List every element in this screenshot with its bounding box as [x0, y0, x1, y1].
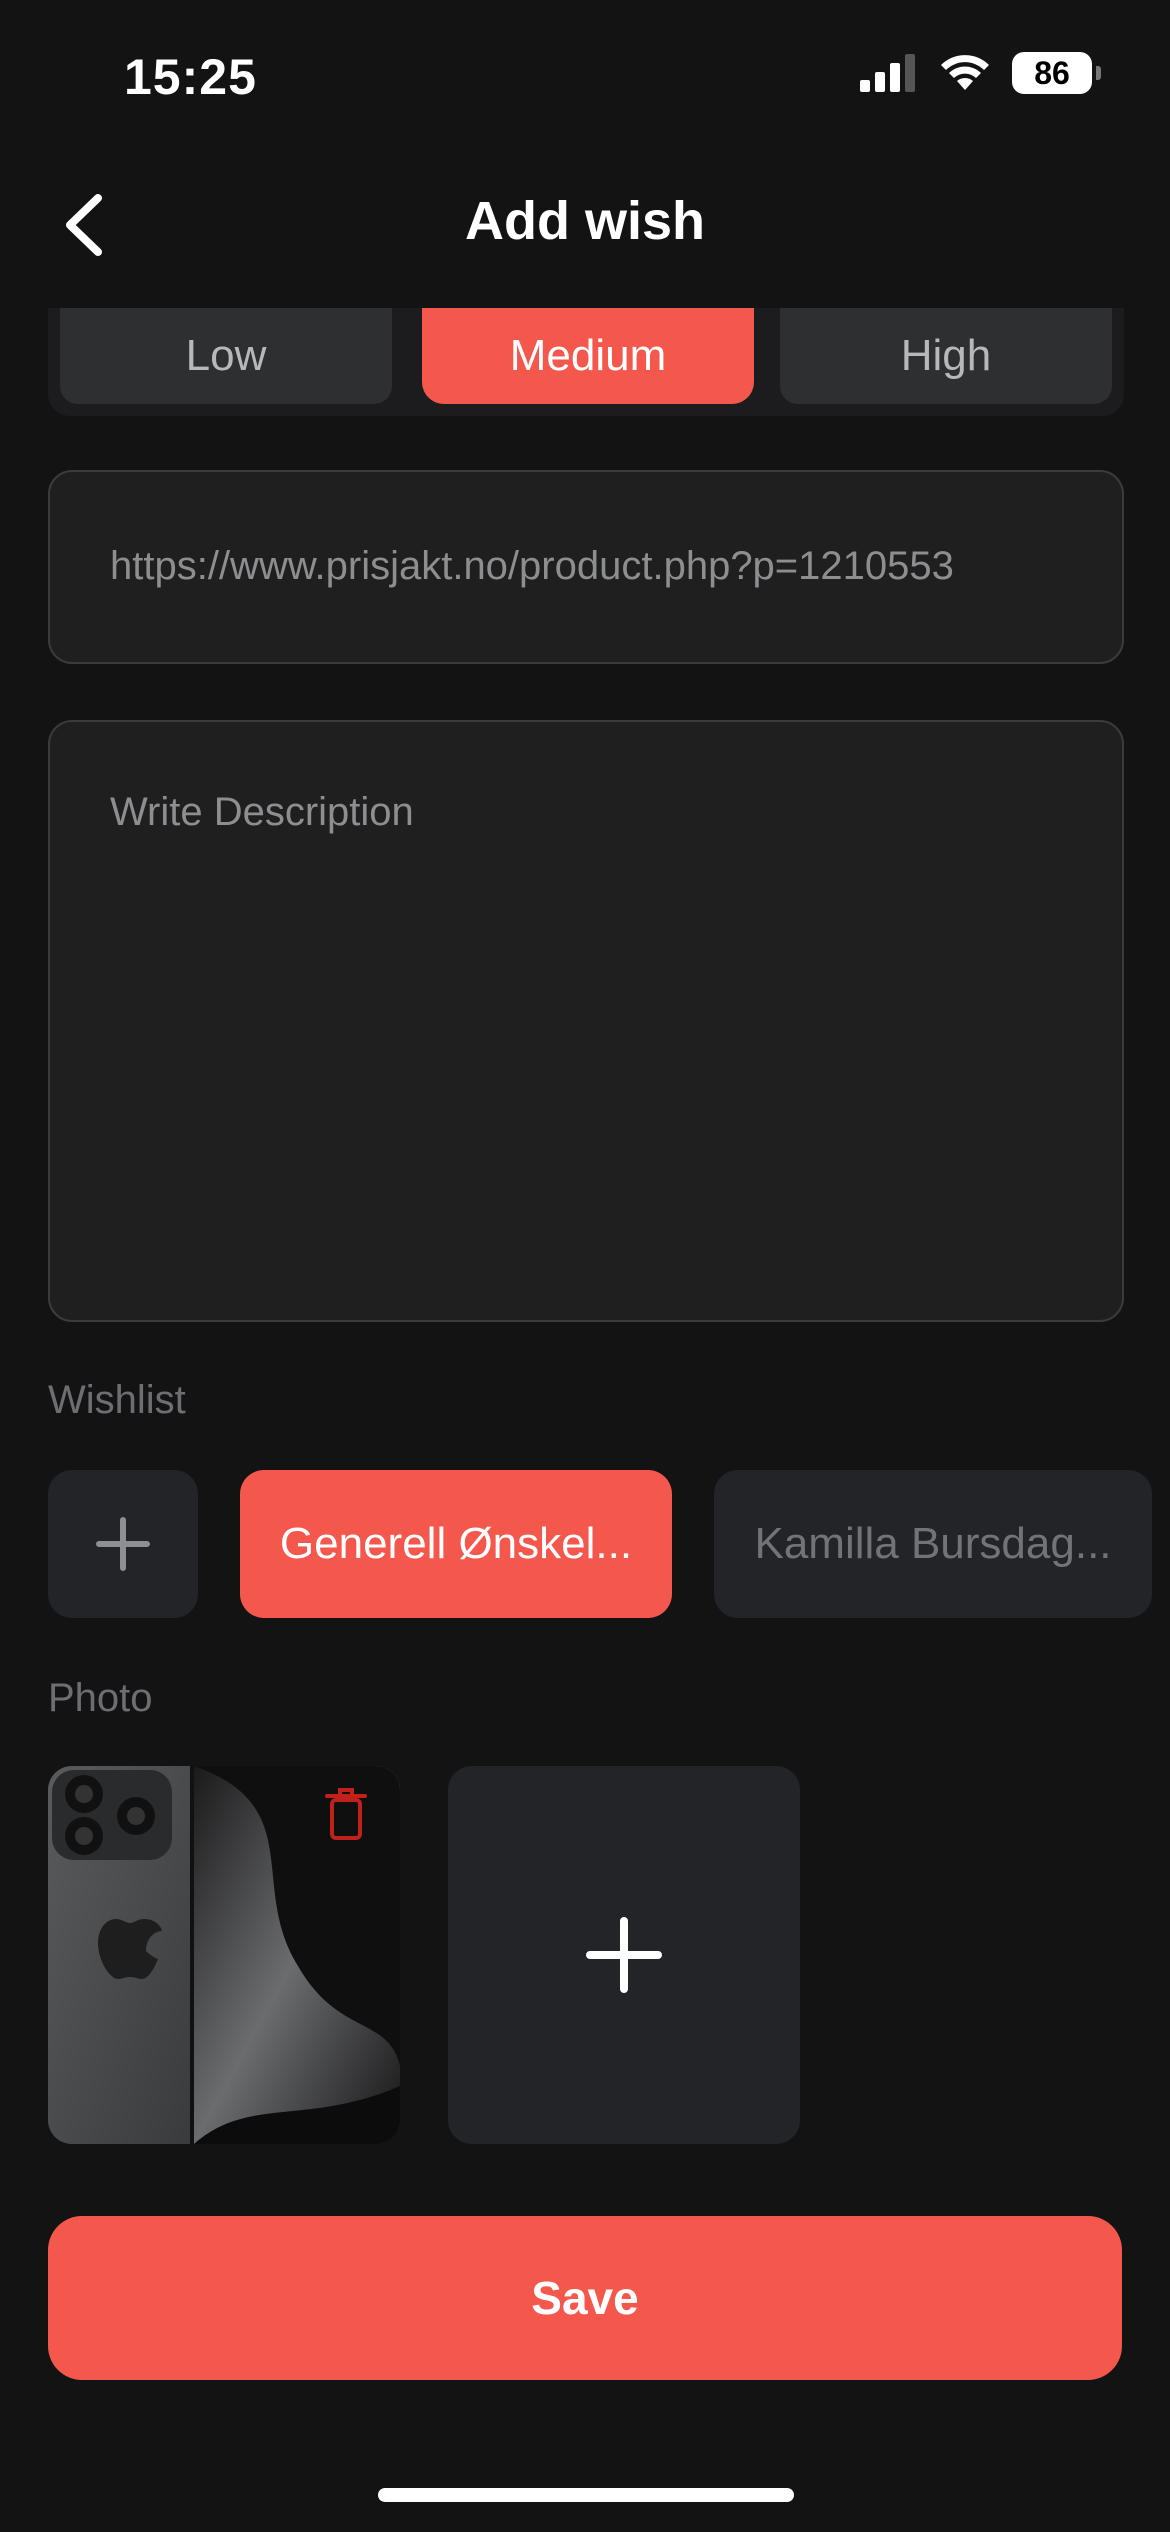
priority-high-option[interactable]: High: [780, 308, 1112, 404]
wifi-icon: [941, 55, 989, 90]
priority-low-option[interactable]: Low: [60, 308, 392, 404]
delete-photo-button[interactable]: [324, 1786, 368, 1847]
link-input-placeholder: https://www.prisjakt.no/product.php?p=12…: [110, 544, 954, 588]
description-input-placeholder: Write Description: [110, 790, 414, 834]
add-wishlist-button[interactable]: [48, 1470, 198, 1618]
link-input[interactable]: https://www.prisjakt.no/product.php?p=12…: [48, 470, 1124, 664]
status-icons: 86: [860, 52, 1101, 94]
photo-thumbnail[interactable]: [48, 1766, 400, 2144]
plus-icon: [586, 1917, 662, 1993]
add-photo-button[interactable]: [448, 1766, 800, 2144]
photo-label: Photo: [48, 1676, 153, 1720]
battery-icon: 86: [1012, 52, 1101, 94]
status-time: 15:25: [124, 49, 257, 105]
priority-medium-option[interactable]: Medium: [422, 308, 754, 404]
priority-selector: Low Medium High: [48, 308, 1124, 416]
add-wish-screen: 15:25 86 Add wish Low Medium High https:…: [0, 0, 1170, 2532]
save-button[interactable]: Save: [48, 2216, 1122, 2380]
wishlist-label: Wishlist: [48, 1378, 186, 1422]
plus-icon: [96, 1517, 150, 1571]
page-title: Add wish: [465, 191, 705, 251]
wishlist-chip[interactable]: Kamilla Bursdag...: [714, 1470, 1152, 1618]
home-indicator[interactable]: [378, 2488, 794, 2502]
trash-icon: [325, 1788, 367, 1840]
wishlist-chip-selected[interactable]: Generell Ønskel...: [240, 1470, 672, 1618]
description-input[interactable]: Write Description: [48, 720, 1124, 1322]
cellular-signal-icon: [860, 54, 915, 92]
